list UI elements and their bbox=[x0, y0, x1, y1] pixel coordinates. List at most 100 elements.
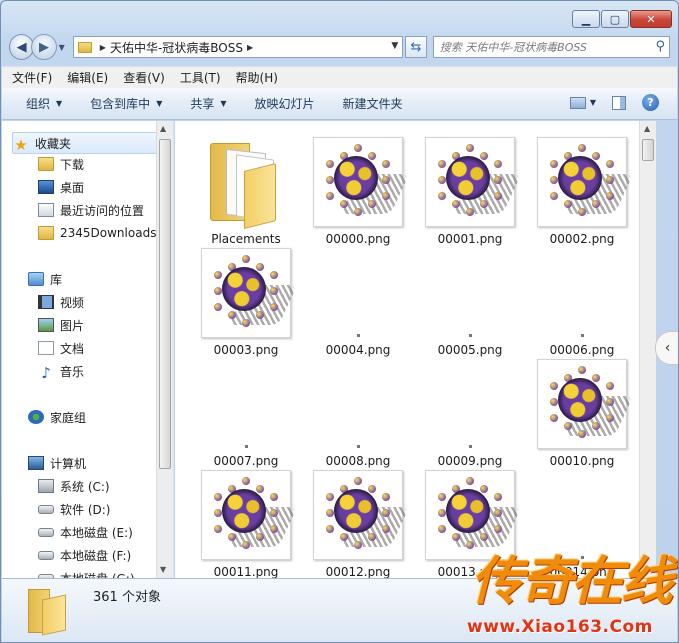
sidebar-label: 音乐 bbox=[60, 364, 85, 379]
folder-icon bbox=[28, 585, 68, 636]
scrollbar-thumb[interactable] bbox=[642, 139, 654, 161]
file-item[interactable]: 00012.png bbox=[310, 470, 410, 578]
address-bar[interactable]: ▶ 天佑中华-冠状病毒BOSS ▶ ▼ bbox=[72, 36, 404, 58]
file-item[interactable]: 00009.png bbox=[422, 359, 518, 468]
refresh-button[interactable]: ⇆ bbox=[405, 36, 427, 58]
scroll-down-icon[interactable]: ▼ bbox=[160, 565, 166, 574]
file-item[interactable]: 00001.png bbox=[422, 137, 522, 246]
recent-places-icon bbox=[38, 203, 54, 217]
sidebar-label: 桌面 bbox=[60, 180, 85, 195]
downloads-folder-icon bbox=[38, 157, 54, 171]
sidebar-homegroup[interactable]: 家庭组 bbox=[28, 406, 86, 428]
view-dropdown-icon[interactable]: ▼ bbox=[590, 98, 596, 107]
maximize-button[interactable]: ▢ bbox=[601, 10, 629, 28]
documents-library-icon bbox=[38, 341, 54, 355]
organize-button[interactable]: 组织 ▼ bbox=[26, 95, 62, 112]
menu-tools[interactable]: 工具(T) bbox=[180, 69, 221, 86]
new-folder-button[interactable]: 新建文件夹 bbox=[343, 95, 403, 112]
sidebar-label: 2345Downloads bbox=[60, 226, 157, 240]
share-button[interactable]: 共享 ▼ bbox=[190, 95, 226, 112]
sidebar-item-music[interactable]: ♪ 音乐 bbox=[38, 360, 84, 382]
file-item[interactable]: 00006.png bbox=[534, 248, 630, 357]
file-item[interactable]: 00002.png bbox=[534, 137, 634, 246]
breadcrumb-current[interactable]: 天佑中华-冠状病毒BOSS bbox=[110, 39, 243, 56]
recent-pages-dropdown[interactable]: ▼ bbox=[59, 43, 65, 52]
file-name: 00014.png bbox=[549, 565, 615, 578]
sidebar-item-downloads[interactable]: 下载 bbox=[38, 153, 84, 175]
file-item[interactable]: 00011.png bbox=[198, 470, 298, 578]
folder-icon bbox=[38, 226, 54, 240]
sidebar-item-drive-c[interactable]: 系统 (C:) bbox=[38, 475, 110, 497]
file-item[interactable]: Placements bbox=[198, 137, 294, 246]
blank-thumbnail-icon bbox=[245, 445, 248, 448]
content-scrollbar[interactable]: ▲ bbox=[639, 121, 656, 578]
file-item[interactable]: 00004.png bbox=[310, 248, 406, 357]
forward-button[interactable]: ▶ bbox=[31, 34, 57, 60]
help-icon[interactable]: ? bbox=[642, 94, 659, 111]
sidebar-item-2345downloads[interactable]: 2345Downloads bbox=[38, 222, 156, 244]
breadcrumb-chevron-icon[interactable]: ▶ bbox=[247, 43, 253, 52]
file-item[interactable]: 00013.png bbox=[422, 470, 522, 578]
file-list: Placements 00000.png 00001.png 00002.png 000… bbox=[175, 121, 639, 578]
system-drive-icon bbox=[38, 479, 54, 493]
details-pane: 361 个对象 bbox=[2, 578, 677, 642]
sidebar-computer[interactable]: 计算机 bbox=[28, 452, 86, 474]
sidebar-item-videos[interactable]: 视频 bbox=[38, 291, 84, 313]
desktop-icon bbox=[38, 180, 54, 194]
folder-icon bbox=[77, 41, 92, 53]
preview-pane-icon[interactable] bbox=[612, 95, 626, 110]
sidebar-libraries[interactable]: 库 bbox=[28, 268, 62, 290]
sidebar-item-recent[interactable]: 最近访问的位置 bbox=[38, 199, 144, 221]
virus-thumbnail-icon bbox=[201, 470, 298, 560]
slideshow-button[interactable]: 放映幻灯片 bbox=[255, 95, 315, 112]
file-name: 00002.png bbox=[549, 232, 615, 246]
scrollbar-thumb[interactable] bbox=[159, 139, 171, 469]
menu-help[interactable]: 帮助(H) bbox=[236, 69, 278, 86]
file-item[interactable]: 00014.png bbox=[534, 470, 630, 578]
file-item[interactable]: 00008.png bbox=[310, 359, 406, 468]
menu-file[interactable]: 文件(F) bbox=[12, 69, 52, 86]
command-bar-right: ▼ ? bbox=[569, 94, 659, 111]
sidebar-scrollbar[interactable]: ▲ ▼ bbox=[156, 121, 173, 578]
sidebar-label: 收藏夹 bbox=[35, 136, 72, 151]
sidebar-item-drive-f[interactable]: 本地磁盘 (F:) bbox=[38, 544, 131, 566]
scroll-up-icon[interactable]: ▲ bbox=[644, 124, 650, 133]
sidebar-item-drive-d[interactable]: 软件 (D:) bbox=[38, 498, 110, 520]
search-box[interactable]: ⚲ bbox=[432, 36, 670, 58]
sidebar-favorites[interactable]: ★ 收藏夹 bbox=[12, 132, 162, 154]
sidebar-item-drive-g[interactable]: 本地磁盘 (G:) bbox=[38, 567, 135, 578]
file-item[interactable]: 00005.png bbox=[422, 248, 518, 357]
sidebar-label: 软件 (D:) bbox=[60, 502, 111, 517]
sidebar-label: 家庭组 bbox=[50, 410, 87, 425]
collapse-handle-icon[interactable]: ‹ bbox=[655, 331, 678, 365]
file-item[interactable]: 00010.png bbox=[534, 359, 634, 468]
file-name: 00003.png bbox=[213, 343, 279, 357]
breadcrumb-chevron-icon[interactable]: ▶ bbox=[100, 43, 106, 52]
blank-thumbnail-icon bbox=[469, 334, 472, 337]
virus-thumbnail-icon bbox=[201, 248, 298, 338]
computer-icon bbox=[28, 456, 44, 470]
sidebar-item-desktop[interactable]: 桌面 bbox=[38, 176, 84, 198]
sidebar-label: 计算机 bbox=[50, 456, 87, 471]
include-library-button[interactable]: 包含到库中 ▼ bbox=[90, 95, 162, 112]
blank-thumbnail-icon bbox=[357, 334, 360, 337]
menu-view[interactable]: 查看(V) bbox=[123, 69, 165, 86]
file-item[interactable]: 00007.png bbox=[198, 359, 294, 468]
sidebar-item-documents[interactable]: 文档 bbox=[38, 337, 84, 359]
close-button[interactable]: ✕ bbox=[630, 10, 672, 28]
file-name: Placements bbox=[211, 232, 281, 246]
sidebar-item-pictures[interactable]: 图片 bbox=[38, 314, 84, 336]
menu-bar: 文件(F) 编辑(E) 查看(V) 工具(T) 帮助(H) bbox=[2, 66, 677, 88]
search-icon[interactable]: ⚲ bbox=[655, 39, 665, 54]
view-options-icon[interactable] bbox=[569, 96, 586, 109]
address-dropdown-icon[interactable]: ▼ bbox=[391, 41, 398, 51]
menu-edit[interactable]: 编辑(E) bbox=[67, 69, 108, 86]
minimize-button[interactable]: ▁ bbox=[572, 10, 600, 28]
sidebar-item-drive-e[interactable]: 本地磁盘 (E:) bbox=[38, 521, 133, 543]
sidebar-label: 本地磁盘 (G:) bbox=[60, 570, 135, 579]
explorer-window: ▁ ▢ ✕ ◀ ▶ ▼ ▶ 天佑中华-冠状病毒BOSS ▶ ▼ ⇆ ⚲ 文件(F… bbox=[0, 0, 679, 643]
file-item[interactable]: 00003.png bbox=[198, 248, 298, 357]
search-input[interactable] bbox=[439, 40, 640, 54]
scroll-up-icon[interactable]: ▲ bbox=[160, 124, 166, 133]
file-item[interactable]: 00000.png bbox=[310, 137, 410, 246]
